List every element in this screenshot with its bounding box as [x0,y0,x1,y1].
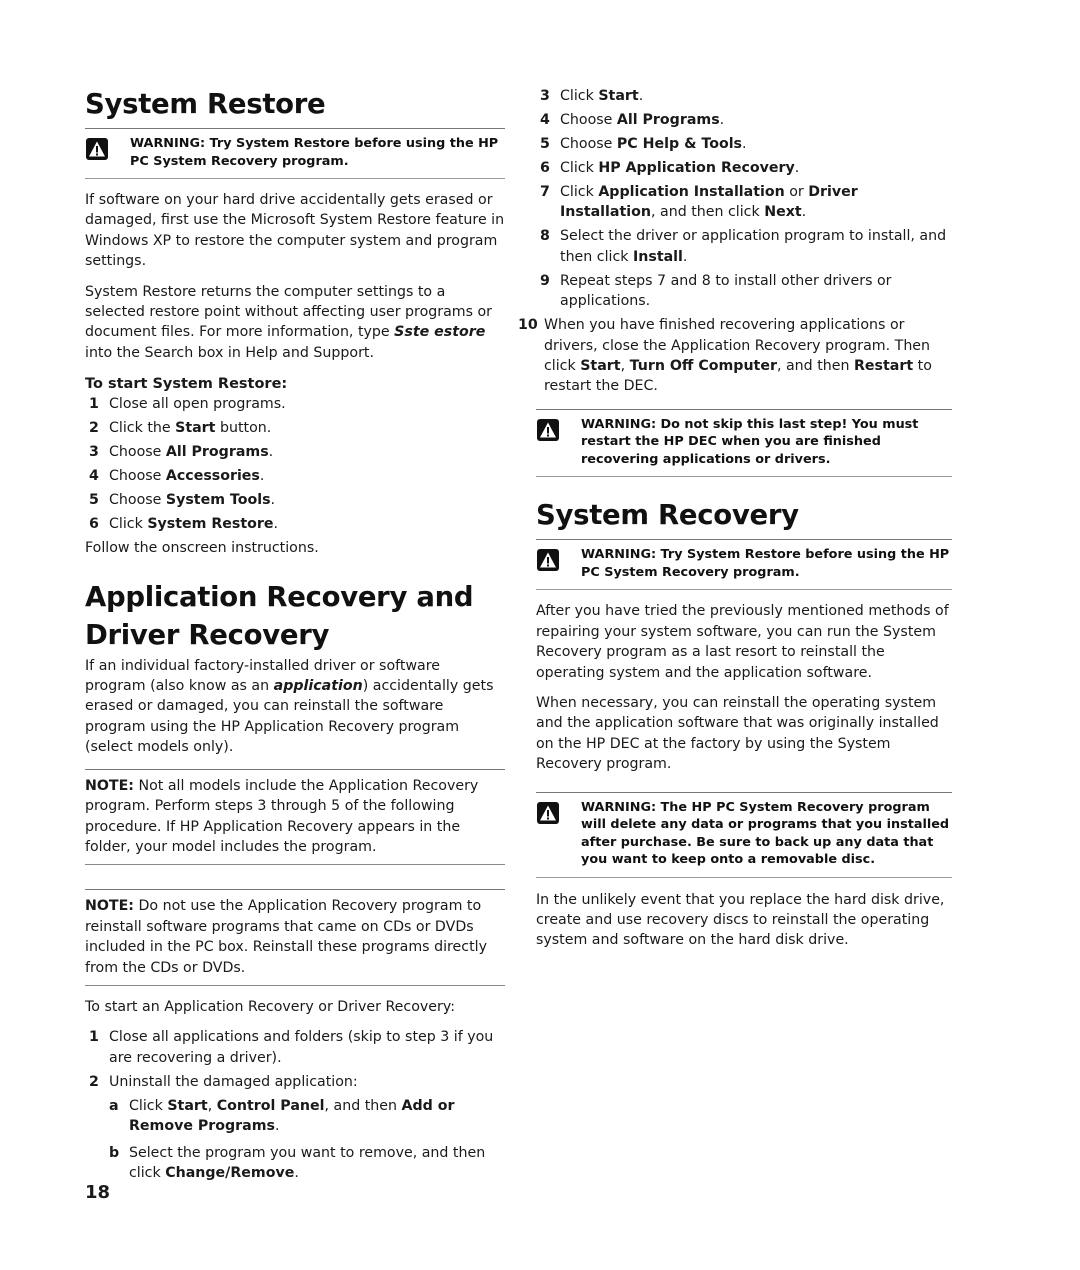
section-title-system-restore: System Restore [85,88,326,120]
system-restore-steps: 1 Close all open programs. 2 Click the Star… [85,394,505,534]
follow-instructions: Follow the onscreen instructions. [85,540,319,557]
step: 2 Uninstall the damaged application: [89,1073,358,1090]
warning-callout: WARNING: Try System Restore before using… [85,128,505,179]
right-column: 3 Click Start. 4 Choose All Programs. 5 Choos… [518,0,952,951]
warning-text: WARNING: Try System Restore before using… [581,547,950,580]
paragraph: In the unlikely event that you replace t… [536,891,945,949]
term-application: application [273,678,363,695]
warning-callout: WARNING: The HP PC System Recovery progr… [536,791,952,878]
step: 8 Select the driver or application progra… [540,228,947,265]
step: 10 When you have finished recovering appl… [518,317,932,395]
step: 5 Choose System Tools. [89,492,276,509]
step: 3 Click Start. [540,88,644,104]
app-recovery-steps-continued: 3 Click Start. 4 Choose All Programs. 5 Choos… [518,86,952,397]
note-callout: NOTE: Not all models include the Applica… [85,768,505,866]
paragraph: System Restore returns the computer sett… [85,283,493,361]
section-title-system-recovery: System Recovery [536,499,799,532]
step: 1 Close all open programs. [89,396,286,413]
paragraph: If software on your hard drive accidenta… [85,192,505,270]
section-title-app-recovery: Application Recovery and Driver Recovery [85,580,474,651]
page-number: 18 [85,1182,111,1203]
search-term: Sste estore [394,324,486,341]
paragraph: After you have tried the previously ment… [536,603,949,681]
step: 3 Choose All Programs. [89,444,274,461]
warning-text: WARNING: Try System Restore before using… [130,136,499,169]
step: 6 Click HP Application Recovery. [540,160,800,176]
step: 1 Close all applications and folders (ski… [89,1029,494,1066]
warning-triangle-icon [537,549,559,572]
note-callout: NOTE: Do not use the Application Recover… [85,889,505,986]
substep: b Select the program you want to remove, … [109,1144,486,1181]
paragraph: If an individual factory-installed drive… [85,657,494,756]
substeps: a Click Start, Control Panel, and then Ad… [105,1096,505,1184]
substep: a Click Start, Control Panel, and then Ad… [109,1097,455,1135]
step: 9 Repeat steps 7 and 8 to install other d… [540,272,892,310]
app-recovery-steps: 1 Close all applications and folders (ski… [85,1027,505,1092]
warning-text: WARNING: Do not skip this last step! You… [581,416,919,467]
paragraph: When necessary, you can reinstall the op… [536,694,939,773]
warning-callout: WARNING: Do not skip this last step! You… [536,408,952,478]
procedure-intro: To start an Application Recovery or Driv… [85,998,455,1015]
steps-heading: To start System Restore: [85,376,288,393]
warning-text: WARNING: The HP PC System Recovery progr… [581,799,950,868]
step: 4 Choose All Programs. [540,112,725,128]
warning-triangle-icon [537,418,559,441]
step: 5 Choose PC Help & Tools. [540,136,747,152]
warning-triangle-icon [537,801,559,824]
left-column: System Restore WARNING: Try System Resto… [85,0,505,1187]
step: 2 Click the Start button. [89,420,272,437]
step: 6 Click System Restore. [89,516,279,533]
step: 7 Click Application Installation or Drive… [540,184,858,221]
step: 4 Choose Accessories. [89,468,265,485]
warning-triangle-icon [86,138,108,160]
warning-callout: WARNING: Try System Restore before using… [536,539,952,591]
